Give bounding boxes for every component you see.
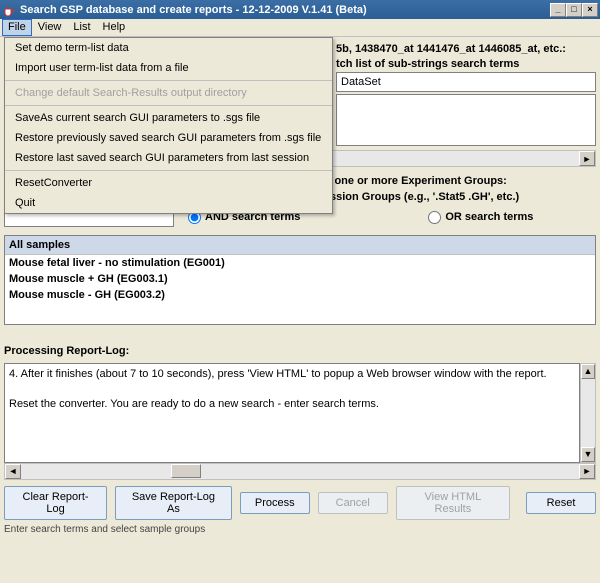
report-log[interactable]: 4. After it finishes (about 7 to 10 seco… (4, 363, 580, 463)
file-dropdown: Set demo term-list data Import user term… (4, 37, 333, 214)
file-reset-converter[interactable]: ResetConverter (5, 173, 332, 193)
status-bar: Enter search terms and select sample gro… (0, 522, 600, 537)
dataset-input-wrap[interactable] (336, 72, 596, 92)
menu-separator (5, 105, 332, 106)
menu-view[interactable]: View (32, 19, 68, 36)
title-bar: Search GSP database and create reports -… (0, 0, 600, 19)
view-html-button: View HTML Results (396, 486, 510, 520)
file-set-demo[interactable]: Set demo term-list data (5, 38, 332, 58)
scroll-left-icon[interactable]: ◄ (5, 464, 21, 479)
log-wrap: 4. After it finishes (about 7 to 10 seco… (4, 363, 596, 463)
scroll-track[interactable] (21, 464, 579, 479)
cancel-button: Cancel (318, 492, 388, 514)
samples-list[interactable]: All samples Mouse fetal liver - no stimu… (4, 235, 596, 325)
log-line: Reset the converter. You are ready to do… (9, 398, 575, 410)
file-change-dir: Change default Search-Results output dir… (5, 83, 332, 103)
scroll-thumb[interactable] (171, 464, 201, 478)
dataset-input[interactable] (341, 76, 591, 88)
list-item[interactable]: Mouse muscle + GH (EG003.1) (5, 271, 595, 287)
processing-label: Processing Report-Log: (4, 345, 596, 357)
maximize-button[interactable]: □ (566, 3, 582, 17)
minimize-button[interactable]: _ (550, 3, 566, 17)
or-radio-label[interactable]: OR search terms (428, 211, 533, 224)
window-buttons: _ □ × (550, 3, 598, 17)
log-vscroll[interactable]: ▲ ▼ (580, 363, 596, 463)
or-radio-text: OR search terms (445, 211, 533, 223)
process-button[interactable]: Process (240, 492, 310, 514)
scroll-right-icon[interactable]: ► (579, 151, 595, 166)
file-quit[interactable]: Quit (5, 193, 332, 213)
scroll-up-icon[interactable]: ▲ (581, 364, 595, 379)
close-button[interactable]: × (582, 3, 598, 17)
menu-separator (5, 80, 332, 81)
menu-help[interactable]: Help (97, 19, 132, 36)
button-row: Clear Report-Log Save Report-Log As Proc… (0, 480, 600, 522)
file-import-terms[interactable]: Import user term-list data from a file (5, 58, 332, 78)
or-radio[interactable] (428, 211, 441, 224)
log-line: 4. After it finishes (about 7 to 10 seco… (9, 368, 575, 380)
log-hscroll[interactable]: ◄ ► (4, 463, 596, 480)
menu-list[interactable]: List (67, 19, 96, 36)
menu-bar: File View List Help (0, 19, 600, 37)
java-cup-icon (2, 3, 16, 17)
file-saveas-sgs[interactable]: SaveAs current search GUI parameters to … (5, 108, 332, 128)
list-item[interactable]: Mouse fetal liver - no stimulation (EG00… (5, 255, 595, 271)
file-restore-prev[interactable]: Restore previously saved search GUI para… (5, 128, 332, 148)
file-restore-last[interactable]: Restore last saved search GUI parameters… (5, 148, 332, 168)
menu-file[interactable]: File (2, 19, 32, 36)
scroll-down-icon[interactable]: ▼ (581, 447, 595, 462)
save-log-button[interactable]: Save Report-Log As (115, 486, 232, 520)
clear-log-button[interactable]: Clear Report-Log (4, 486, 107, 520)
samples-header[interactable]: All samples (5, 236, 595, 255)
window-title: Search GSP database and create reports -… (20, 4, 550, 16)
list-item[interactable]: Mouse muscle - GH (EG003.2) (5, 287, 595, 303)
scroll-right-icon[interactable]: ► (579, 464, 595, 479)
step1-panel (336, 94, 596, 146)
reset-button[interactable]: Reset (526, 492, 596, 514)
menu-separator (5, 170, 332, 171)
